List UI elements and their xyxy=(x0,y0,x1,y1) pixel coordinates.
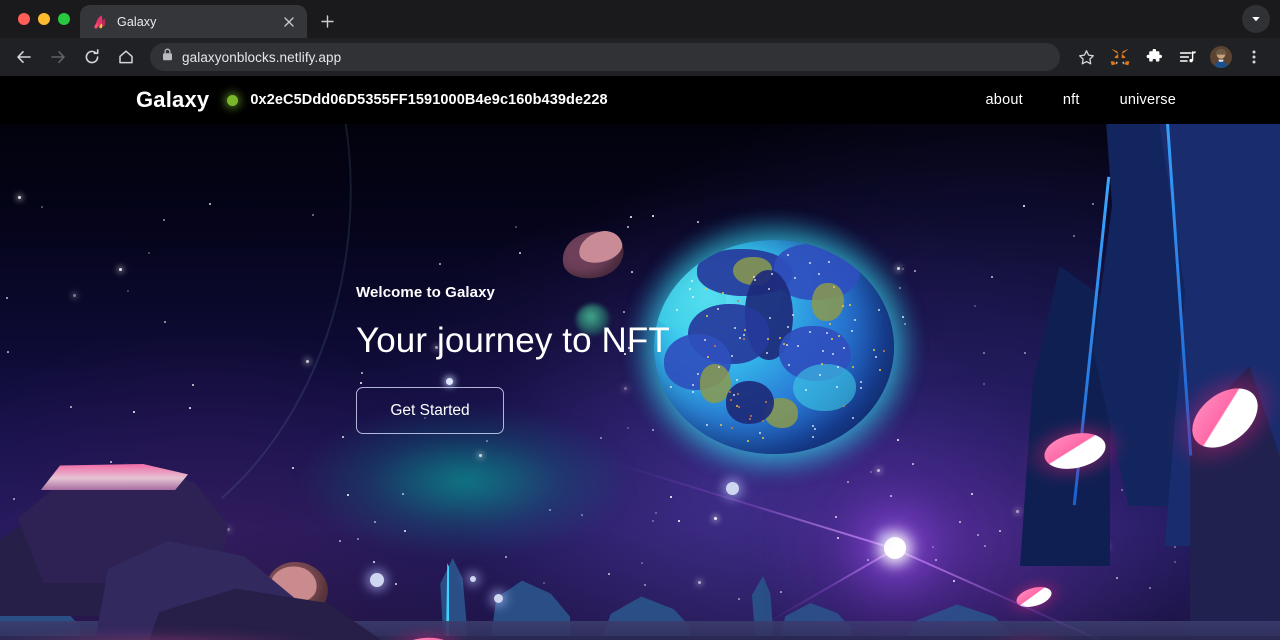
home-icon[interactable] xyxy=(110,41,142,73)
brand-logo[interactable]: Galaxy xyxy=(136,87,209,113)
nav-link-about[interactable]: about xyxy=(986,92,1023,108)
metamask-fox-icon[interactable] xyxy=(1104,41,1136,73)
url-text: galaxyonblocks.netlify.app xyxy=(182,49,342,65)
minimize-window-button[interactable] xyxy=(38,13,50,25)
profile-avatar-icon[interactable] xyxy=(1210,46,1232,68)
bio-pod-small xyxy=(1000,573,1068,621)
reload-icon[interactable] xyxy=(76,41,108,73)
toolbar-actions xyxy=(1070,41,1270,73)
hero-section: Welcome to Galaxy Your journey to NFT Ge… xyxy=(356,284,670,434)
browser-window: Galaxy galaxyonblocks.netlify.app Galaxy… xyxy=(0,0,1280,640)
glow-orb-a xyxy=(726,482,739,495)
glow-orb-d xyxy=(470,576,476,582)
address-bar[interactable]: galaxyonblocks.netlify.app xyxy=(150,43,1060,71)
star-icon[interactable] xyxy=(1070,41,1102,73)
window-controls xyxy=(14,0,80,38)
hero-headline: Your journey to NFT xyxy=(356,321,670,360)
cliff-rear xyxy=(1020,266,1110,566)
pink-ground-glow xyxy=(0,632,330,640)
tab-search-button[interactable] xyxy=(1242,5,1270,33)
wallet-address[interactable]: 0x2eC5Ddd06D5355FF1591000B4e9c160b439de2… xyxy=(250,92,607,108)
bio-pod-left xyxy=(1017,410,1133,492)
lock-icon xyxy=(162,48,173,66)
cta-sparkle xyxy=(446,378,453,385)
page-viewport: Galaxy 0x2eC5Ddd06D5355FF1591000B4e9c160… xyxy=(0,76,1280,640)
new-tab-button[interactable] xyxy=(313,7,341,35)
forward-arrow-icon[interactable] xyxy=(42,41,74,73)
three-dot-menu-icon[interactable] xyxy=(1238,41,1270,73)
connection-status-dot-icon xyxy=(227,94,239,106)
nav-link-universe[interactable]: universe xyxy=(1120,92,1176,108)
rock-left-highlight xyxy=(40,464,188,490)
hero-eyebrow: Welcome to Galaxy xyxy=(356,284,495,301)
nav-link-nft[interactable]: nft xyxy=(1063,92,1080,108)
tab-title: Galaxy xyxy=(117,14,157,29)
tab-strip: Galaxy xyxy=(0,0,1280,38)
site-header: Galaxy 0x2eC5Ddd06D5355FF1591000B4e9c160… xyxy=(0,76,1280,124)
puzzle-piece-icon[interactable] xyxy=(1138,41,1170,73)
galaxy-flame-favicon-icon xyxy=(92,14,108,30)
back-arrow-icon[interactable] xyxy=(8,41,40,73)
bright-star xyxy=(607,460,1115,640)
browser-toolbar: galaxyonblocks.netlify.app xyxy=(0,38,1280,76)
site-nav: about nft universe xyxy=(986,92,1176,108)
zoom-window-button[interactable] xyxy=(58,13,70,25)
media-playlist-icon[interactable] xyxy=(1172,41,1204,73)
glow-orb-c xyxy=(494,594,503,603)
browser-tab[interactable]: Galaxy xyxy=(80,5,307,38)
close-icon[interactable] xyxy=(280,13,298,31)
glow-orb-b xyxy=(370,573,384,587)
bio-pod-ground-left xyxy=(374,623,474,640)
get-started-button[interactable]: Get Started xyxy=(356,387,504,434)
close-window-button[interactable] xyxy=(18,13,30,25)
